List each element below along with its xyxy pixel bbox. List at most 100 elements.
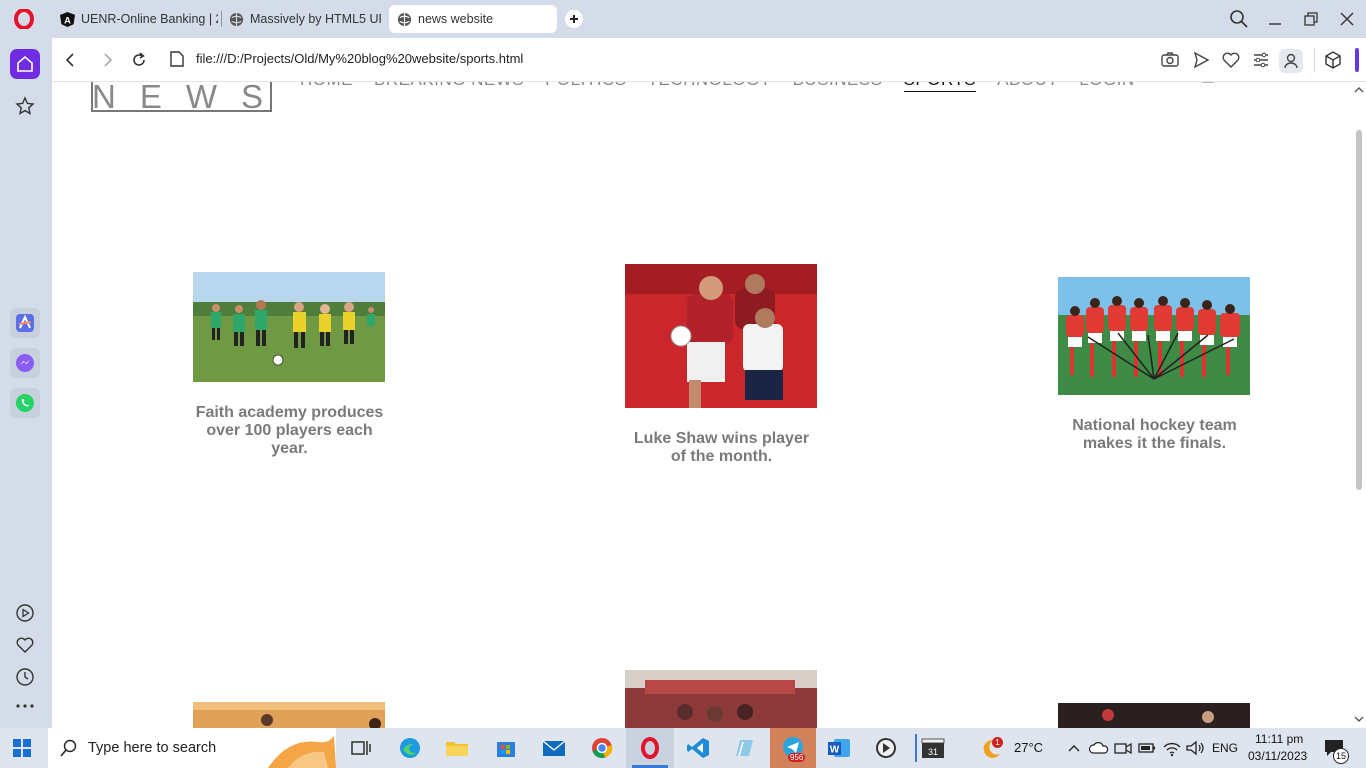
tab-title: UENR-Online Banking | 20 [81, 12, 218, 26]
whatsapp-icon [16, 394, 34, 412]
profile-button[interactable] [1279, 49, 1303, 73]
article-title[interactable]: Luke Shaw wins player of the month. [625, 430, 818, 466]
telegram-badge: 956 [788, 753, 806, 762]
heart-icon[interactable] [15, 635, 35, 655]
football-match-photo[interactable] [625, 264, 817, 408]
messenger-icon [16, 354, 34, 372]
tab-news-website[interactable]: news website [389, 5, 557, 33]
instagram-icon[interactable] [1200, 82, 1216, 88]
article-title[interactable]: Faith academy produces over 100 players … [193, 404, 386, 458]
tab-massively[interactable]: Massively by HTML5 UP [221, 5, 381, 33]
battery-icon[interactable] [1137, 736, 1157, 760]
camera-snapshot-icon[interactable] [1160, 50, 1180, 70]
more-icon[interactable] [15, 699, 35, 713]
facebook-icon[interactable] [1168, 82, 1184, 88]
taskbar-search-box[interactable]: Type here to search [48, 728, 336, 768]
forward-icon[interactable] [96, 49, 118, 71]
opera-sidebar [0, 38, 52, 728]
notification-count: 15 [1333, 748, 1349, 764]
site-logo-text: NEWS [92, 82, 287, 115]
clock-date[interactable]: 03/11/2023 [1248, 749, 1307, 763]
nav-about[interactable]: ABOUT [997, 82, 1058, 92]
video-editor-icon[interactable]: 31 [920, 736, 946, 760]
scroll-down-icon[interactable] [1352, 713, 1366, 725]
file-explorer-icon[interactable] [444, 736, 470, 760]
url-input[interactable]: file:///D:/Projects/Old/My%20blog%20webs… [196, 51, 523, 66]
input-language[interactable]: ENG [1212, 741, 1238, 755]
history-clock-icon[interactable] [15, 667, 35, 687]
article-card[interactable]: Luke Shaw wins player of the month. [625, 264, 818, 466]
sidebar-whatsapp-button[interactable] [10, 388, 40, 418]
weather-badge: 1 [992, 737, 1003, 748]
player-icon[interactable] [15, 603, 35, 623]
article-card[interactable]: National hockey team makes it the finals… [1058, 277, 1251, 453]
article-card[interactable]: Faith academy produces over 100 players … [193, 272, 386, 458]
hockey-team-photo[interactable] [1058, 277, 1250, 395]
youtube-icon[interactable] [1274, 82, 1290, 88]
volume-icon[interactable] [1184, 736, 1206, 760]
windows-start-icon[interactable] [12, 738, 32, 758]
star-icon [15, 96, 35, 115]
sidebar-aria-button[interactable] [10, 308, 40, 338]
opera-logo-icon[interactable] [14, 9, 34, 29]
edge-icon[interactable] [397, 736, 423, 760]
vscode-icon[interactable] [685, 736, 711, 760]
opera-taskbar-active[interactable] [626, 728, 674, 768]
nav-login[interactable]: LOGIN [1079, 82, 1134, 92]
extensions-cube-icon[interactable] [1323, 50, 1343, 70]
dark-sports-photo[interactable] [1058, 703, 1250, 728]
easy-setup-icon[interactable] [1251, 50, 1271, 70]
rugby-crowd-photo[interactable] [625, 670, 817, 728]
task-view-icon[interactable] [348, 736, 374, 760]
weather-temperature[interactable]: 27°C [1014, 740, 1043, 755]
web-page: NEWS HOME BREAKING NEWS POLITICS TECHNOL… [52, 82, 1353, 728]
nav-politics[interactable]: POLITICS [545, 82, 626, 92]
microsoft-store-icon[interactable] [493, 736, 519, 760]
file-page-icon [170, 51, 184, 67]
article-title[interactable]: National hockey team makes it the finals… [1058, 417, 1251, 453]
heart-icon[interactable] [1221, 50, 1241, 70]
media-player-icon[interactable] [873, 736, 899, 760]
search-tabs-icon[interactable] [1228, 8, 1250, 30]
wifi-icon[interactable] [1161, 736, 1183, 760]
restore-icon[interactable] [1300, 8, 1322, 30]
sidebar-toggle-accent[interactable] [1355, 48, 1359, 72]
nav-technology[interactable]: TECHNOLOGY [648, 82, 772, 92]
sidebar-messenger-button[interactable] [10, 348, 40, 378]
mail-icon[interactable] [541, 736, 567, 760]
close-window-icon[interactable] [1336, 8, 1358, 30]
home-icon [17, 55, 33, 72]
chrome-icon[interactable] [589, 736, 615, 760]
scroll-up-icon[interactable] [1352, 84, 1366, 96]
tab-title: news website [418, 12, 494, 26]
chevron-up-icon[interactable] [1066, 736, 1082, 760]
word-icon[interactable]: W [826, 736, 852, 760]
windows-taskbar: Type here to search 956 W 31 1 27°C ENG … [0, 728, 1366, 768]
tab-uenr-banking[interactable]: A UENR-Online Banking | 20 [52, 5, 218, 33]
minimize-icon[interactable] [1264, 8, 1286, 30]
nav-business[interactable]: BUSINESS [793, 82, 883, 92]
plus-icon [570, 15, 578, 23]
nav-breaking-news[interactable]: BREAKING NEWS [374, 82, 524, 92]
twitter-icon[interactable] [1234, 82, 1250, 88]
notes-app-icon[interactable] [731, 736, 757, 760]
kids-soccer-photo[interactable] [193, 272, 385, 382]
send-icon[interactable] [1191, 50, 1211, 70]
reload-icon[interactable] [128, 49, 150, 71]
onedrive-cloud-icon[interactable] [1088, 736, 1110, 760]
clock-time[interactable]: 11:11 pm [1255, 732, 1303, 746]
scrollbar-thumb[interactable] [1356, 130, 1362, 490]
search-highlight-illustration [268, 736, 336, 768]
telegram-taskbar[interactable]: 956 [770, 728, 816, 768]
nav-sports[interactable]: SPORTS [903, 82, 977, 92]
user-icon [1284, 53, 1298, 69]
basketball-photo[interactable] [193, 702, 385, 728]
sidebar-bookmarks-button[interactable] [10, 91, 40, 121]
tab-strip: A UENR-Online Banking | 20 Massively by … [0, 0, 1366, 38]
address-bar: file:///D:/Projects/Old/My%20blog%20webs… [52, 38, 1366, 82]
nav-home[interactable]: HOME [300, 82, 353, 92]
new-tab-button[interactable] [565, 10, 583, 28]
sidebar-home-button[interactable] [10, 49, 40, 79]
back-icon[interactable] [60, 49, 82, 71]
meet-now-icon[interactable] [1113, 736, 1133, 760]
